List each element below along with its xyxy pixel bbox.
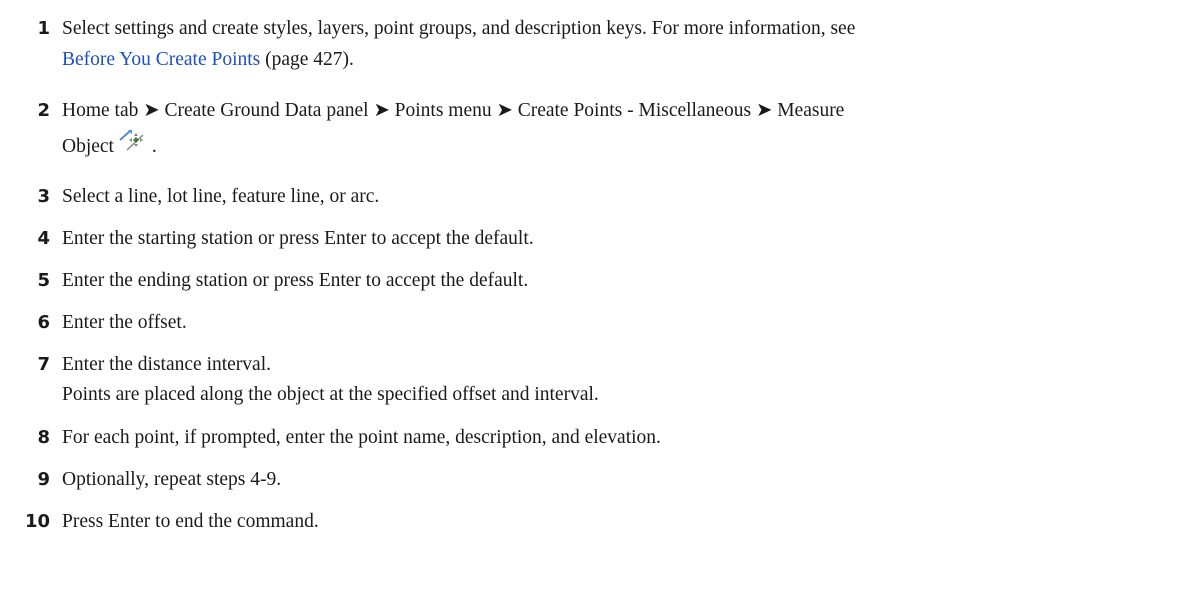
step-result: Points are placed along the object at th… — [62, 384, 599, 405]
step-text: Press Enter to end the command. — [62, 511, 319, 532]
step-text: Select a line, lot line, feature line, o… — [62, 186, 380, 207]
step-text-end: . — [146, 136, 157, 157]
step-number: 3 — [37, 186, 50, 207]
step-number: 4 — [37, 228, 50, 249]
step-text: Select settings and create styles, layer… — [62, 18, 856, 39]
step-text: Enter the distance interval. — [62, 354, 271, 375]
step-number: 2 — [37, 100, 50, 121]
step-number: 10 — [24, 511, 50, 532]
procedure-page: 1 Select settings and create styles, lay… — [0, 0, 1202, 593]
step-text: Home tab ➤ Create Ground Data panel ➤ Po… — [62, 100, 845, 121]
step-text: Enter the starting station or press Ente… — [62, 228, 534, 249]
before-you-create-points-link[interactable]: Before You Create Points — [62, 49, 260, 70]
step-number: 1 — [37, 18, 50, 39]
measure-object-icon — [117, 128, 147, 154]
step-number: 5 — [37, 270, 50, 291]
step-text-line2: Object . — [62, 128, 1192, 157]
page-reference: (page 427). — [260, 49, 354, 70]
step-text-continued: Object — [62, 136, 114, 157]
step-number: 6 — [37, 312, 50, 333]
step-number: 9 — [37, 469, 50, 490]
step-number: 8 — [37, 427, 50, 448]
step-text: Optionally, repeat steps 4-9. — [62, 469, 282, 490]
step-text: For each point, if prompted, enter the p… — [62, 427, 661, 448]
step-text: Enter the ending station or press Enter … — [62, 270, 529, 291]
step-text-line2: Before You Create Points (page 427). — [62, 50, 1192, 70]
step-number: 7 — [37, 354, 50, 375]
step-text: Enter the offset. — [62, 312, 187, 333]
